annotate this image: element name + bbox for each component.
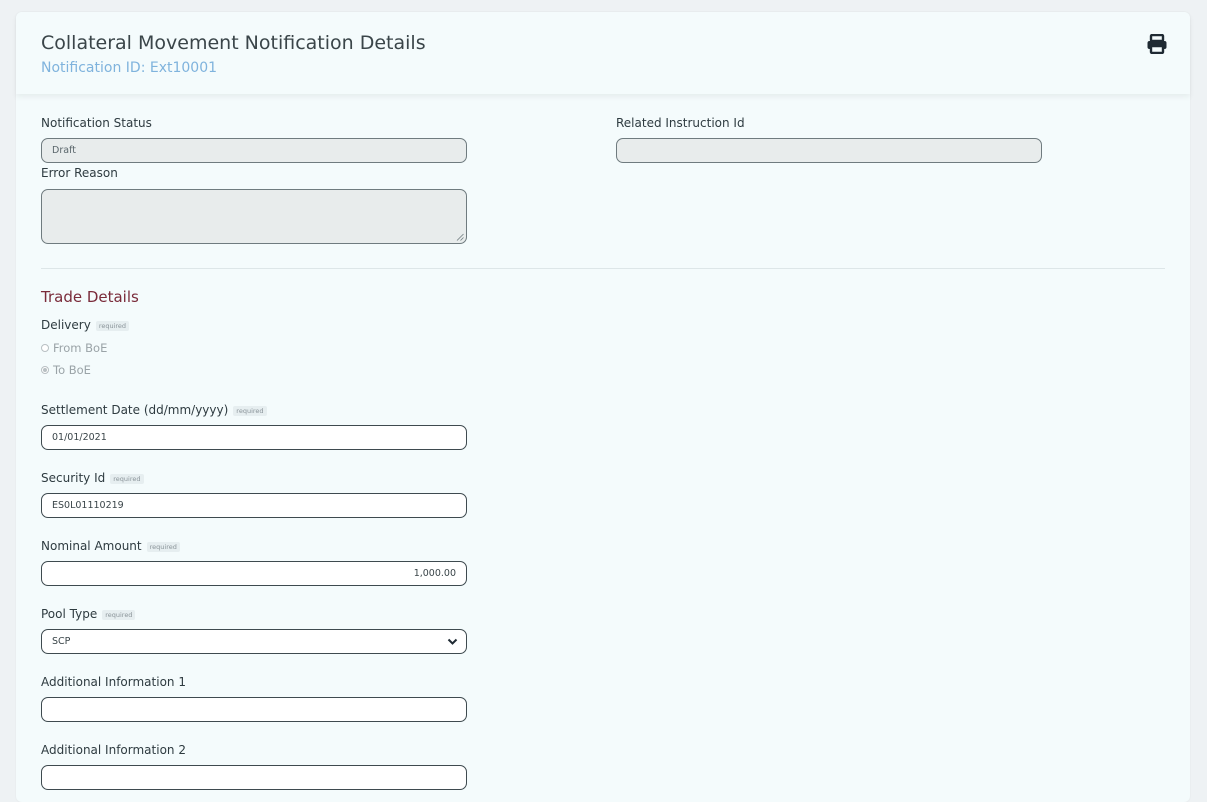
- pool-type-select[interactable]: SCP: [41, 629, 467, 654]
- additional-info-2-input[interactable]: [41, 765, 467, 790]
- additional-info-1-input[interactable]: [41, 697, 467, 722]
- required-tag: required: [110, 473, 144, 484]
- related-instruction-field[interactable]: [616, 138, 1042, 163]
- settlement-date-label-text: Settlement Date (dd/mm/yyyy): [41, 403, 229, 417]
- pool-type-label-text: Pool Type: [41, 607, 98, 621]
- nominal-amount-label: Nominal Amount required: [41, 539, 180, 553]
- required-tag: required: [233, 405, 267, 416]
- nominal-amount-label-text: Nominal Amount: [41, 539, 142, 553]
- notification-id: Notification ID: Ext10001: [41, 60, 218, 76]
- error-reason-textarea[interactable]: [41, 189, 467, 244]
- security-id-label-text: Security Id: [41, 471, 106, 485]
- notification-status-field[interactable]: Draft: [41, 138, 467, 163]
- panel-header: Collateral Movement Notification Details…: [16, 12, 1190, 94]
- required-tag: required: [102, 609, 136, 620]
- delivery-label: Delivery required: [41, 318, 130, 332]
- nominal-amount-input[interactable]: 1,000.00: [41, 561, 467, 586]
- error-reason-label: Error Reason: [41, 166, 118, 180]
- related-instruction-label: Related Instruction Id: [616, 116, 745, 130]
- resize-grip-icon[interactable]: [456, 233, 464, 241]
- pool-type-label: Pool Type required: [41, 607, 136, 621]
- radio-icon[interactable]: [41, 344, 49, 352]
- delivery-option-label: From BoE: [53, 341, 108, 355]
- required-tag: required: [95, 320, 130, 331]
- chevron-down-icon: [447, 638, 458, 645]
- notification-details-panel: Collateral Movement Notification Details…: [16, 12, 1190, 802]
- notification-status-label: Notification Status: [41, 116, 152, 130]
- delivery-option-to-boe[interactable]: To BoE: [41, 363, 91, 377]
- security-id-label: Security Id required: [41, 471, 144, 485]
- trade-details-title: Trade Details: [41, 288, 139, 306]
- section-divider: [41, 268, 1165, 269]
- pool-type-value: SCP: [52, 636, 71, 647]
- print-icon[interactable]: [1146, 34, 1168, 54]
- delivery-option-label: To BoE: [53, 363, 91, 377]
- delivery-label-text: Delivery: [41, 318, 91, 332]
- radio-checked-icon[interactable]: [41, 366, 49, 374]
- delivery-option-from-boe[interactable]: From BoE: [41, 341, 107, 355]
- page-title: Collateral Movement Notification Details: [41, 32, 426, 54]
- settlement-date-label: Settlement Date (dd/mm/yyyy) required: [41, 403, 267, 417]
- security-id-input[interactable]: ES0L01110219: [41, 493, 467, 518]
- required-tag: required: [146, 541, 180, 552]
- settlement-date-input[interactable]: 01/01/2021: [41, 425, 467, 450]
- additional-info-1-label: Additional Information 1: [41, 675, 186, 689]
- additional-info-2-label: Additional Information 2: [41, 743, 186, 757]
